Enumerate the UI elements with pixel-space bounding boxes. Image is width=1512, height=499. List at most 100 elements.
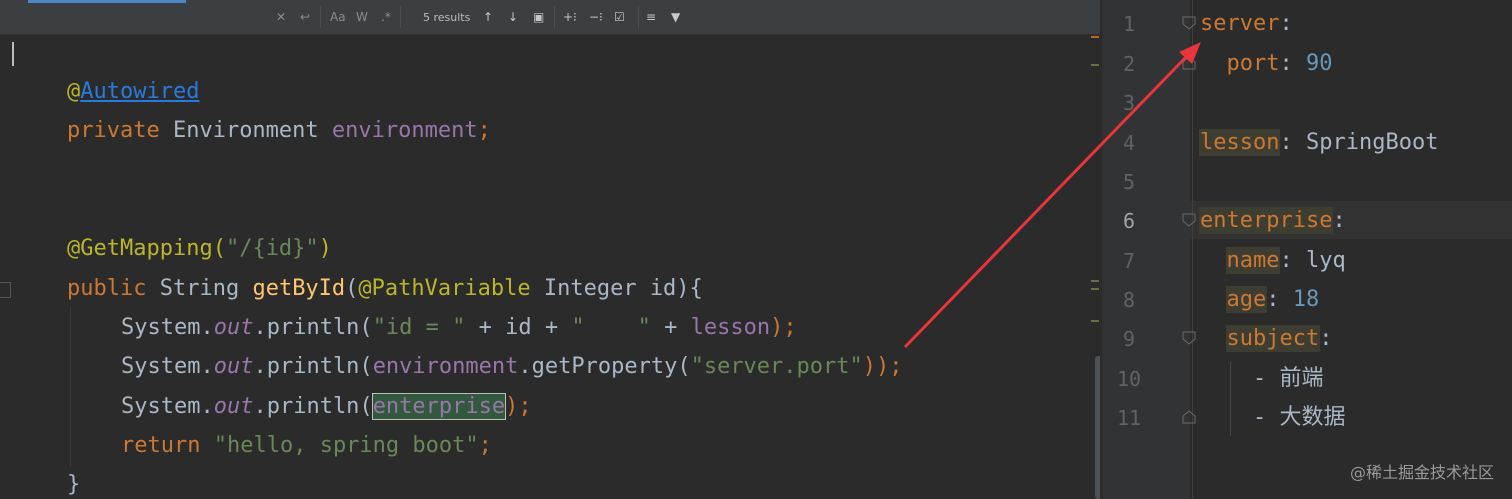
operator: + id + (465, 315, 572, 340)
replace-icon[interactable]: ↩ (300, 10, 310, 24)
line-number: 3 (1122, 91, 1136, 115)
fold-marker-icon[interactable] (0, 282, 11, 298)
line-number: 5 (1122, 170, 1136, 194)
line-number: 8 (1122, 288, 1136, 312)
code-line-method-signature: public String getById(@PathVariable Inte… (67, 277, 703, 301)
yaml-value: lyq (1305, 248, 1346, 273)
code-line-println-property: System.out.println(environment.getProper… (121, 355, 903, 379)
yaml-number: 18 (1292, 287, 1320, 312)
select-all-occurrences-icon[interactable]: ☑ (614, 10, 625, 24)
indent-guide (70, 307, 71, 467)
yaml-colon: : (1279, 248, 1306, 273)
operator: + (650, 315, 691, 340)
remove-selection-icon[interactable]: −⁝ (589, 10, 603, 24)
string-literal: "/{id}" (225, 236, 319, 261)
fold-open-icon[interactable] (1182, 16, 1196, 30)
toolbar-separator (320, 6, 321, 28)
line-number: 9 (1122, 327, 1136, 351)
yaml-key: port (1226, 51, 1280, 76)
code-line-getmapping: @GetMapping("/{id}") (67, 237, 332, 261)
code-line-println-enterprise: System.out.println(enterprise); (121, 393, 532, 420)
yaml-line-lesson: lesson: SpringBoot (1198, 129, 1438, 156)
prev-occurrence-icon[interactable]: ↑ (483, 10, 493, 24)
match-case-icon[interactable]: Aa (330, 10, 346, 24)
code-line-println-id: System.out.println("id = " + id + " " + … (121, 316, 797, 340)
error-stripe-mark[interactable] (1091, 36, 1099, 38)
yaml-line-item-frontend: - 前端 (1200, 366, 1324, 391)
yaml-colon: : (1266, 287, 1293, 312)
yaml-list-item: - 大数据 (1252, 405, 1346, 430)
field-ref: environment (372, 354, 519, 379)
yaml-colon: : (1279, 51, 1306, 76)
semicolon: ); (505, 394, 532, 419)
field-name: environment (331, 118, 478, 143)
yaml-number: 90 (1305, 51, 1333, 76)
annotation: @PathVariable (358, 276, 531, 301)
yaml-line-server: server: (1200, 12, 1293, 36)
active-tab-indicator (28, 0, 186, 3)
fold-close-icon[interactable] (1182, 56, 1196, 70)
words-icon[interactable]: W (356, 10, 368, 24)
select-all-icon[interactable]: ▣ (533, 10, 544, 24)
yaml-key: name (1225, 247, 1281, 274)
search-match-highlight[interactable]: enterprise (371, 393, 507, 420)
yaml-colon: : (1279, 11, 1293, 36)
string-literal: "id = " (372, 315, 466, 340)
line-number: 11 (1116, 406, 1142, 430)
regex-icon[interactable]: .* (381, 10, 391, 24)
line-number: 2 (1122, 52, 1136, 76)
yaml-line-name: name: lyq (1200, 247, 1346, 274)
line-number: 1 (1122, 12, 1136, 36)
funnel-icon[interactable]: ▼ (671, 10, 680, 24)
line-number: 6 (1122, 209, 1136, 233)
annotation-at: @ (67, 79, 81, 104)
prefix: System. (121, 354, 214, 379)
yaml-colon: : (1319, 326, 1333, 351)
find-toolbar: ✕ ↩ Aa W .* 5 results ↑ ↓ ▣ +⁝ −⁝ ☑ ≡ ▼ (0, 0, 1100, 35)
annotation-link[interactable]: Autowired (80, 79, 199, 104)
fold-close-icon[interactable] (1182, 410, 1196, 424)
yaml-line-port: port: 90 (1200, 51, 1333, 76)
text-caret (12, 42, 14, 66)
java-editor-pane[interactable]: ✕ ↩ Aa W .* 5 results ↑ ↓ ▣ +⁝ −⁝ ☑ ≡ ▼ … (0, 0, 1100, 499)
yaml-line-age: age: 18 (1200, 286, 1320, 313)
prefix: System. (121, 315, 214, 340)
error-stripe-mark[interactable] (1091, 64, 1099, 66)
yaml-key: server (1200, 11, 1280, 36)
semicolon: ; (477, 118, 491, 143)
call: .println( (253, 315, 373, 340)
string-literal: " " (571, 315, 651, 340)
keyword: private (67, 118, 160, 143)
fold-open-icon[interactable] (1182, 331, 1196, 345)
keyword: return (121, 433, 201, 458)
error-stripe-mark[interactable] (1091, 288, 1099, 290)
error-stripe-mark[interactable] (1091, 280, 1099, 282)
toolbar-separator (638, 6, 639, 28)
string-literal: "server.port" (690, 354, 863, 379)
add-selection-icon[interactable]: +⁝ (563, 10, 577, 24)
error-stripe-mark[interactable] (1091, 320, 1099, 322)
next-occurrence-icon[interactable]: ↓ (508, 10, 518, 24)
toolbar-separator (400, 6, 401, 28)
static-field: out (213, 315, 254, 340)
code-line-return: return "hello, spring boot"; (121, 434, 492, 458)
paren: ) (318, 236, 332, 261)
toolbar-separator (554, 6, 555, 28)
yaml-key: subject (1225, 325, 1321, 352)
yaml-editor-pane[interactable]: 1 2 3 4 5 6 7 8 9 10 11 server: port: 90… (1104, 0, 1512, 499)
prefix: System. (121, 394, 214, 419)
semicolon: ); (770, 315, 797, 340)
yaml-key: age (1225, 286, 1268, 313)
filter-icon[interactable]: ≡ (646, 10, 656, 24)
code-line-environment-field: private Environment environment; (67, 119, 491, 143)
yaml-key: lesson (1198, 129, 1281, 156)
fold-open-icon[interactable] (1182, 213, 1196, 227)
yaml-list-item: - 前端 (1252, 366, 1324, 391)
close-icon[interactable]: ✕ (276, 10, 286, 24)
keyword: public (67, 276, 147, 301)
yaml-colon: : (1279, 130, 1306, 155)
vertical-scrollbar[interactable] (1095, 356, 1100, 499)
